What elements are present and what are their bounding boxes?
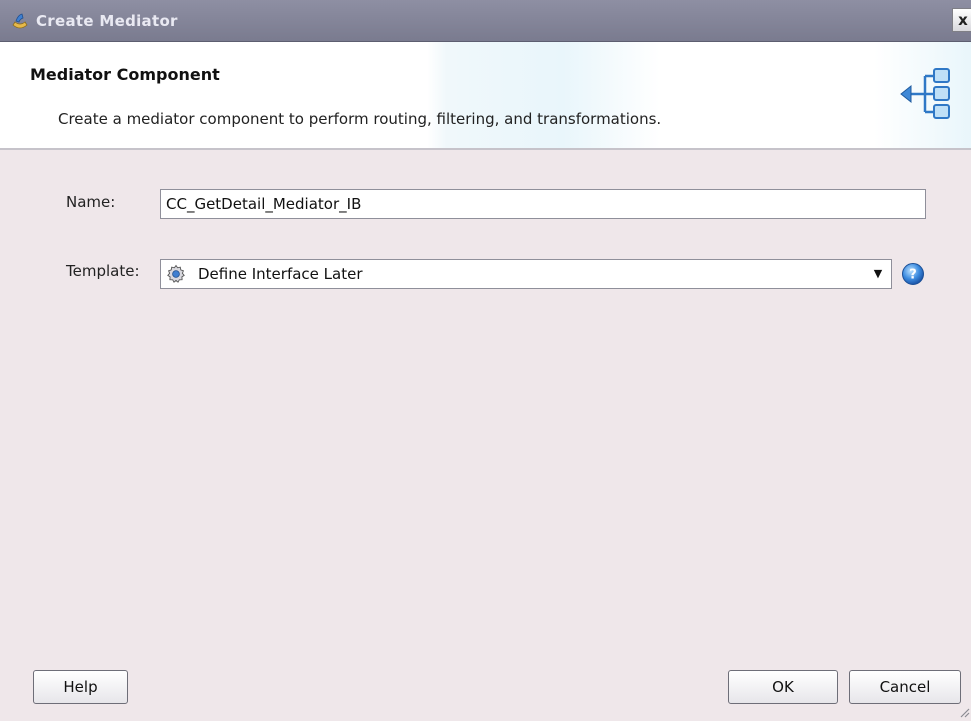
template-selected-value: Define Interface Later [198,265,363,283]
mediator-app-icon [12,13,28,29]
header-title: Mediator Component [30,65,220,84]
wizard-header: Mediator Component Create a mediator com… [0,42,971,150]
template-dropdown[interactable]: Define Interface Later ▼ [160,259,892,289]
name-label: Name: [66,193,116,211]
window-title: Create Mediator [36,12,178,30]
help-icon[interactable]: ? [901,262,925,286]
cancel-button[interactable]: Cancel [849,670,961,704]
header-description: Create a mediator component to perform r… [58,110,662,128]
resize-grip-icon[interactable] [958,706,970,718]
template-label: Template: [66,262,140,280]
help-button[interactable]: Help [33,670,128,704]
gear-icon [167,264,185,283]
close-button[interactable]: x [952,8,971,32]
svg-text:?: ? [909,268,917,283]
chevron-down-icon[interactable]: ▼ [867,262,889,286]
name-input[interactable] [160,189,926,219]
window-titlebar[interactable]: Create Mediator x [0,0,971,42]
mediator-routing-icon [900,68,950,119]
ok-button[interactable]: OK [728,670,838,704]
